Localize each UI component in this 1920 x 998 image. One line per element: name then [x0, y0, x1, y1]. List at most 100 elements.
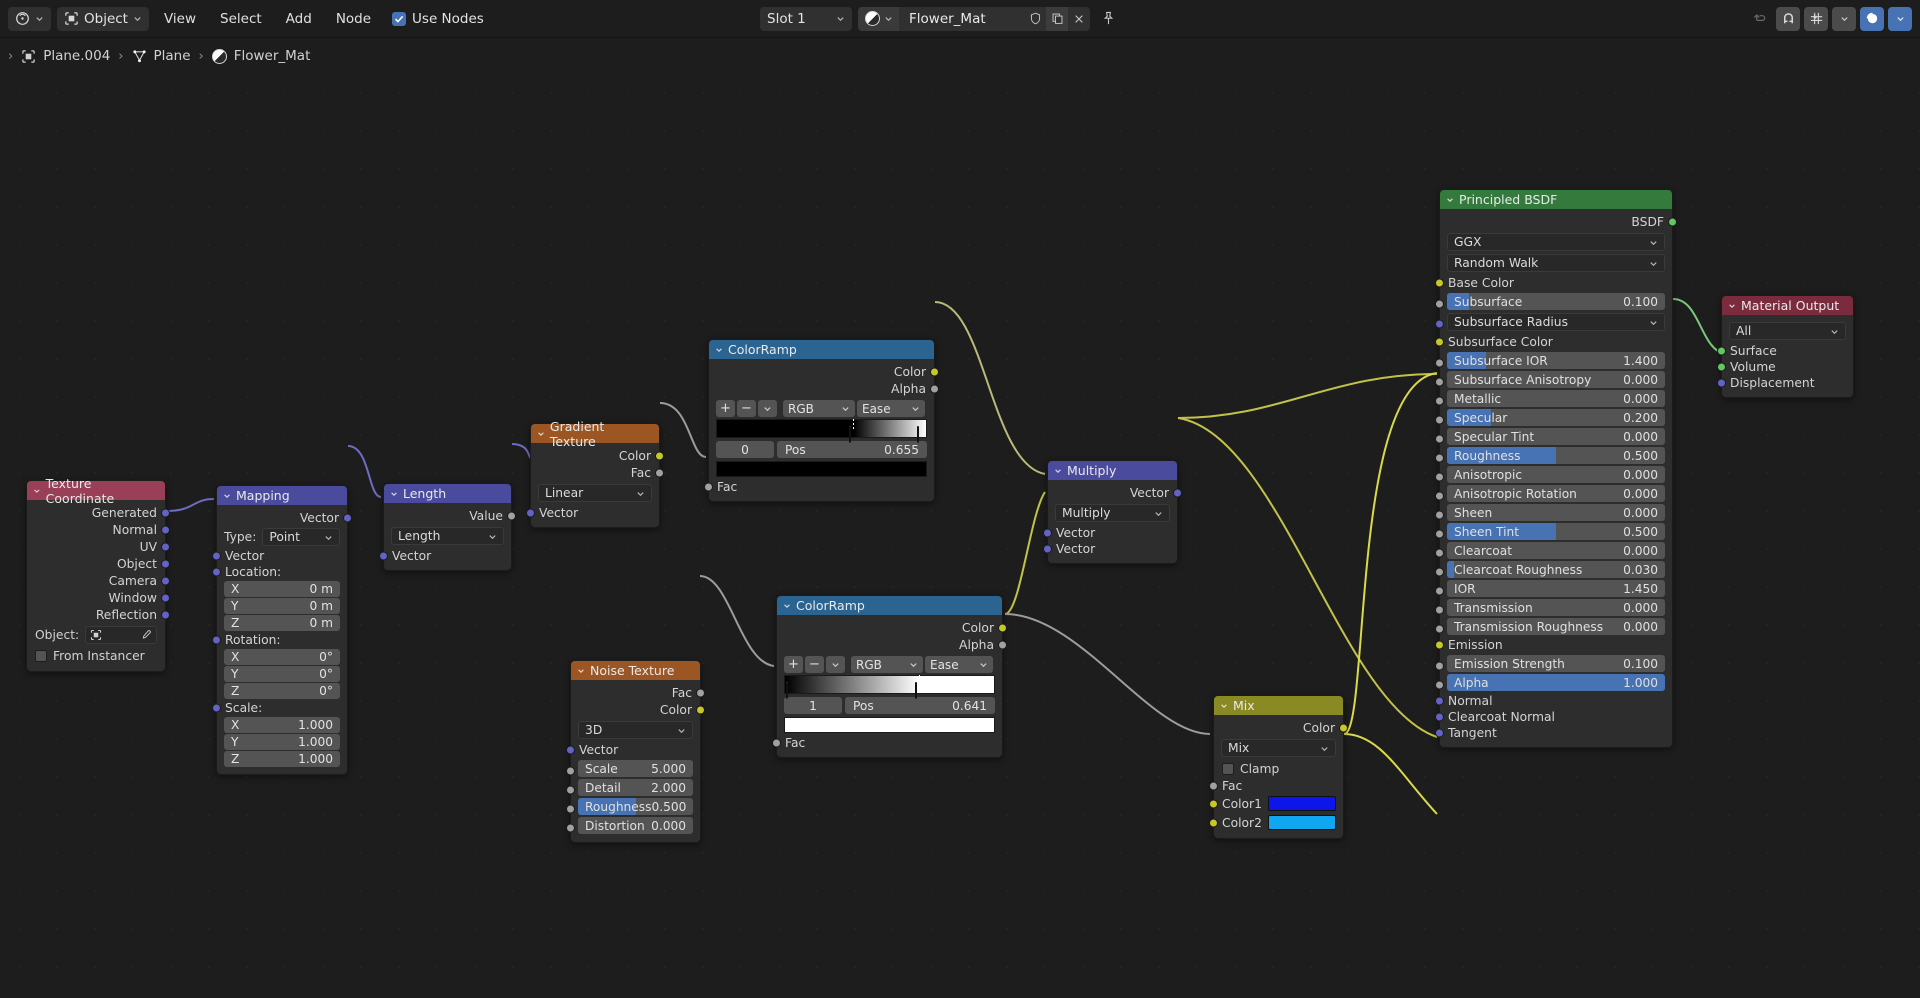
socket-fac-in[interactable] [772, 738, 781, 748]
socket-fac-out[interactable] [655, 468, 664, 477]
socket-color-out[interactable] [930, 367, 939, 376]
principled-input-clearcoat-roughness[interactable]: Clearcoat Roughness 0.030 [1435, 561, 1672, 578]
socket-color2[interactable] [1209, 818, 1218, 827]
colorramp-gradient-bar[interactable] [784, 675, 995, 699]
socket-color-out[interactable] [696, 705, 705, 714]
snap-magnet-button[interactable] [1776, 6, 1800, 31]
unlink-material-button[interactable] [1068, 6, 1090, 31]
socket-normal[interactable] [161, 525, 170, 534]
socket-ior[interactable] [1435, 586, 1444, 596]
principled-input-transmission[interactable]: Transmission 0.000 [1435, 599, 1672, 616]
use-nodes-checkbox[interactable] [392, 11, 407, 26]
slider[interactable]: Sheen 0.000 [1447, 504, 1665, 521]
colorramp-stop-selected[interactable] [848, 419, 858, 443]
stop-index-field[interactable]: 0 [716, 441, 774, 458]
proportional-falloff-dropdown[interactable] [1888, 6, 1912, 31]
socket-color-out[interactable] [655, 451, 664, 460]
pin-button[interactable] [1096, 7, 1120, 31]
socket-alpha[interactable] [1435, 680, 1444, 690]
node-header-texture-coordinate[interactable]: Texture Coordinate [27, 476, 165, 506]
slider[interactable]: Emission Strength 0.100 [1447, 655, 1665, 672]
socket-specular-tint[interactable] [1435, 434, 1444, 444]
node-mix[interactable]: Mix Color Mix Clamp Fac Color1 Color2 [1209, 695, 1348, 839]
slider[interactable]: Specular Tint 0.000 [1447, 428, 1665, 445]
node-canvas[interactable]: Texture Coordinate Generated Normal UV O… [0, 74, 1920, 998]
socket-metallic[interactable] [1435, 396, 1444, 406]
target-dropdown[interactable]: All [1729, 322, 1846, 340]
socket-alpha-out[interactable] [930, 384, 939, 393]
socket-generated[interactable] [161, 508, 170, 517]
colorramp-menu-button[interactable] [826, 656, 845, 673]
principled-input-subsurface-color[interactable]: Subsurface Color [1435, 334, 1672, 350]
output-window[interactable]: Window [27, 589, 170, 606]
param-scale-row[interactable]: Scale 5.000 [566, 760, 700, 777]
collapse-triangle-icon[interactable] [390, 490, 398, 498]
node-principled-bsdf[interactable]: Principled BSDF BSDF GGX Random Walk Bas… [1435, 189, 1677, 748]
shader-type-selector[interactable]: Object [57, 6, 149, 31]
socket-fac-in[interactable] [704, 482, 713, 492]
node-length[interactable]: Length Value Length Vector [379, 483, 516, 571]
object-field[interactable] [85, 626, 157, 644]
socket-clearcoat[interactable] [1435, 548, 1444, 558]
input-color2[interactable]: Color2 [1209, 813, 1343, 832]
slider[interactable]: Subsurface IOR 1.400 [1447, 352, 1665, 369]
node-mapping[interactable]: Mapping Vector Type: Point Vector Locati… [212, 485, 352, 775]
menu-select[interactable]: Select [211, 11, 271, 27]
socket-distortion[interactable] [566, 823, 575, 833]
socket-color-out[interactable] [1339, 723, 1348, 732]
output-vector[interactable]: Vector [1048, 484, 1182, 501]
material-slot-selector[interactable]: Slot 1 [760, 6, 852, 31]
input-vector-1[interactable]: Vector [1043, 525, 1177, 541]
scale-x[interactable]: X 1.000 [224, 717, 340, 733]
socket-subsurface-ior[interactable] [1435, 358, 1444, 368]
snap-dropdown-button[interactable] [1832, 6, 1856, 31]
slider[interactable]: Specular 0.200 [1447, 409, 1665, 426]
socket-vector-in-2[interactable] [1043, 544, 1052, 554]
undo-button[interactable] [1748, 7, 1772, 31]
colorramp-stop[interactable] [786, 682, 795, 699]
input-surface[interactable]: Surface [1717, 343, 1853, 359]
output-bsdf[interactable]: BSDF [1440, 213, 1677, 230]
socket-color-out[interactable] [998, 623, 1007, 632]
dimensions-dropdown[interactable]: 3D [578, 721, 693, 739]
node-material-output[interactable]: Material Output All Surface Volume Displ… [1717, 295, 1854, 398]
slider[interactable]: Clearcoat 0.000 [1447, 542, 1665, 559]
breadcrumb-item-mesh[interactable]: Plane [132, 48, 191, 64]
socket-roughness[interactable] [566, 804, 575, 814]
node-header-mix[interactable]: Mix [1214, 696, 1343, 715]
interpolation-mode-dropdown[interactable]: RGB [851, 656, 923, 673]
socket-alpha-out[interactable] [998, 640, 1007, 649]
socket-vector-out[interactable] [1173, 488, 1182, 497]
principled-input-sheen[interactable]: Sheen 0.000 [1435, 504, 1672, 521]
input-displacement[interactable]: Displacement [1717, 375, 1853, 391]
menu-node[interactable]: Node [327, 11, 380, 27]
location-z[interactable]: Z0 m [224, 615, 340, 631]
socket-detail[interactable] [566, 785, 575, 795]
socket-subsurface-anisotropy[interactable] [1435, 377, 1444, 387]
slider[interactable]: Subsurface 0.100 [1447, 293, 1665, 310]
principled-input-specular[interactable]: Specular 0.200 [1435, 409, 1672, 426]
add-stop-button[interactable]: + [784, 656, 803, 673]
rotation-y[interactable]: Y 0° [224, 666, 340, 682]
output-uv[interactable]: UV [27, 538, 170, 555]
node-noise-texture[interactable]: Noise Texture Fac Color 3D Vector Scale … [566, 660, 705, 843]
input-volume[interactable]: Volume [1717, 359, 1853, 375]
subsurface-method-dropdown[interactable]: Random Walk [1447, 254, 1665, 272]
input-scale[interactable]: Scale: [212, 700, 347, 716]
node-header-gradient-texture[interactable]: Gradient Texture [531, 419, 659, 449]
principled-input-anisotropic[interactable]: Anisotropic 0.000 [1435, 466, 1672, 483]
output-color[interactable]: Color [709, 363, 939, 380]
principled-input-subsurface-ior[interactable]: Subsurface IOR 1.400 [1435, 352, 1672, 369]
distribution-dropdown[interactable]: GGX [1447, 233, 1665, 251]
colorramp-stop-selected[interactable] [914, 675, 924, 699]
stop-index-field[interactable]: 1 [784, 697, 842, 714]
operation-dropdown[interactable]: Multiply [1055, 504, 1170, 522]
collapse-triangle-icon[interactable] [537, 430, 545, 438]
node-header-multiply[interactable]: Multiply [1048, 461, 1177, 480]
principled-input-alpha[interactable]: Alpha 1.000 [1435, 674, 1672, 691]
slider[interactable]: Transmission Roughness 0.000 [1447, 618, 1665, 635]
color2-swatch[interactable] [1267, 815, 1336, 830]
clamp-row[interactable]: Clamp [1214, 760, 1343, 778]
socket-subsurface[interactable] [1435, 299, 1444, 309]
operation-dropdown[interactable]: Length [391, 527, 504, 545]
